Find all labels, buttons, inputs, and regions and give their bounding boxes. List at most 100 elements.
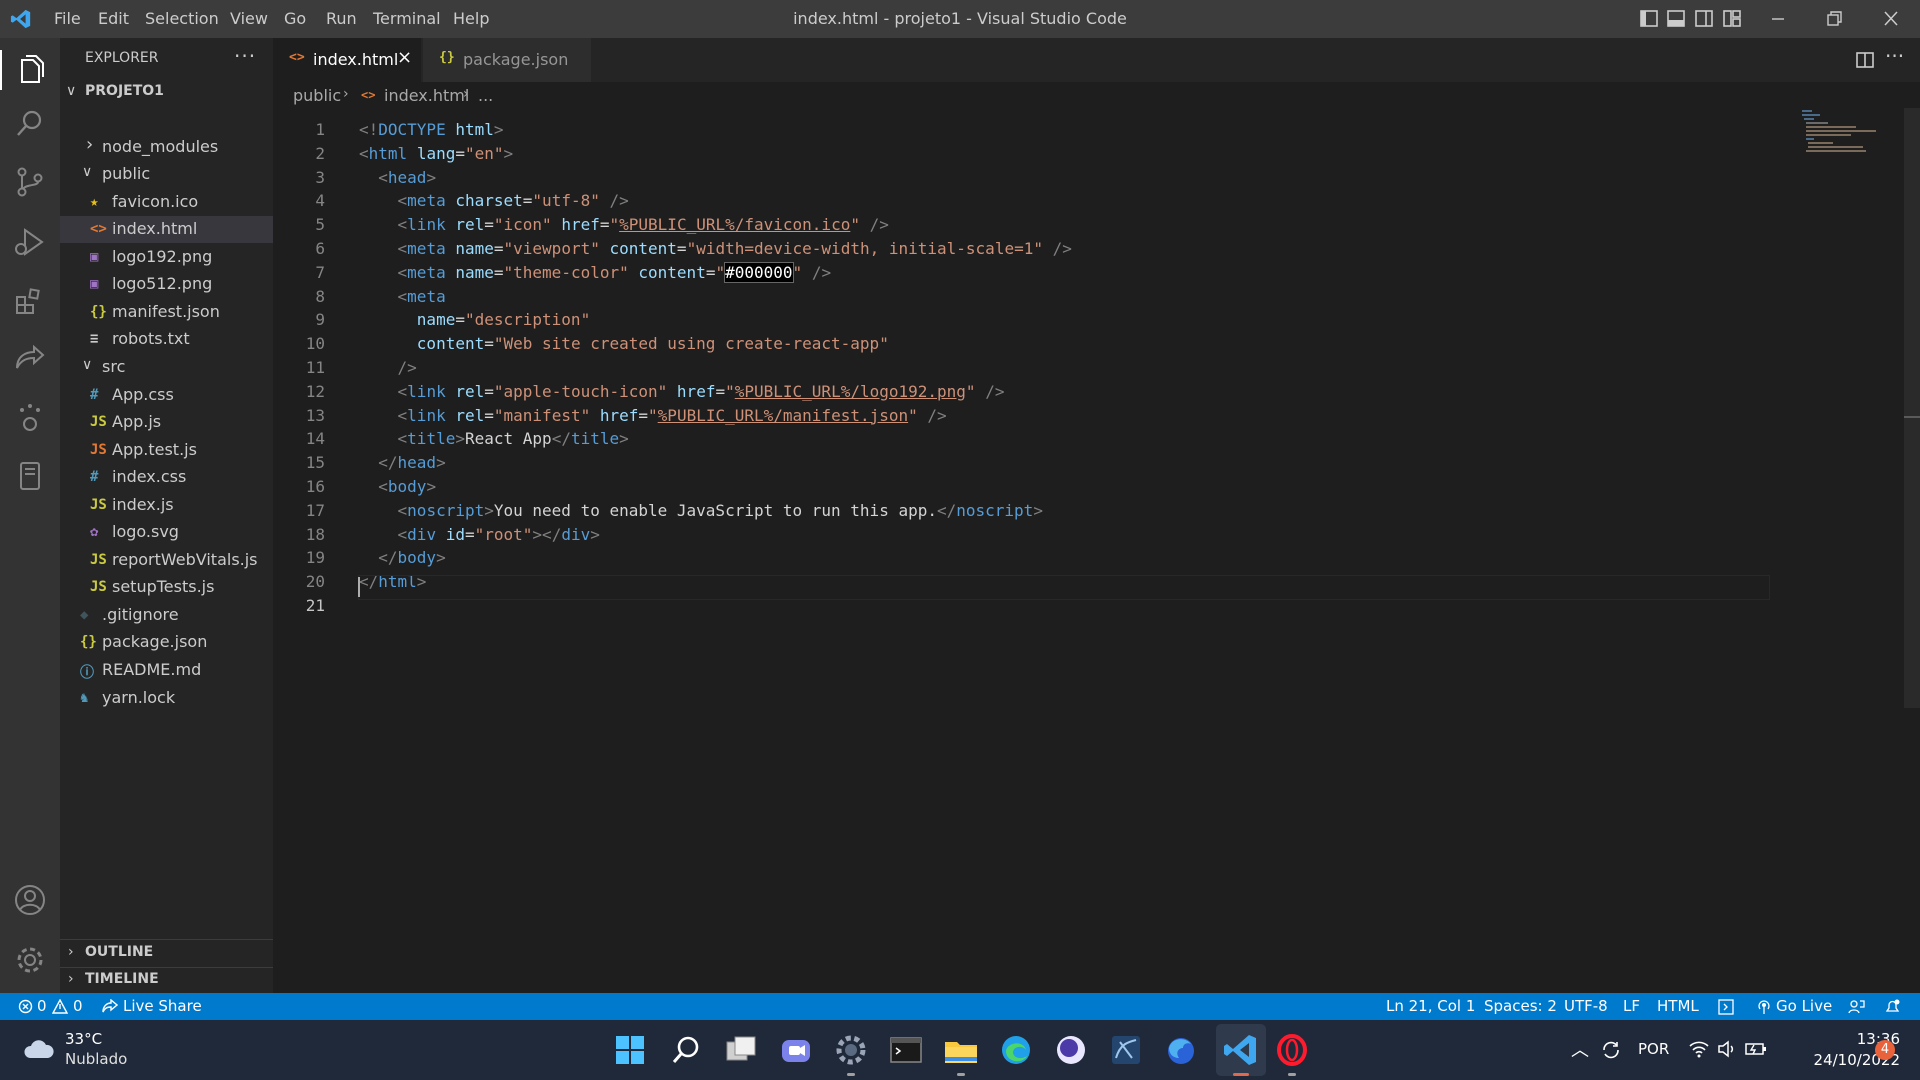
testing-icon[interactable] [12, 400, 48, 436]
notifications-bell-icon[interactable] [1884, 998, 1901, 1015]
star-icon: ★ [90, 194, 99, 210]
code-line: <body> [359, 477, 436, 496]
tree-item-src[interactable]: ∨ src [60, 354, 273, 381]
feedback-icon[interactable] [1848, 998, 1866, 1015]
tree-item-package-json[interactable]: {} package.json [60, 629, 273, 656]
tree-item-reportwebvitals-js[interactable]: JS reportWebVitals.js [60, 547, 273, 574]
tree-item-logo512-png[interactable]: ▣ logo512.png [60, 271, 273, 298]
settings-app-icon[interactable] [831, 1030, 871, 1070]
live-share-icon[interactable] [12, 342, 48, 378]
tree-item-index-js[interactable]: JS index.js [60, 492, 273, 519]
minimap[interactable] [1790, 108, 1900, 156]
task-view-icon[interactable] [721, 1030, 761, 1070]
tree-item-readme-md[interactable]: ⓘ README.md [60, 657, 273, 684]
tree-item-favicon-ico[interactable]: ★ favicon.ico [60, 189, 273, 216]
temperature: 33°C [65, 1030, 103, 1048]
extensions-icon[interactable] [12, 284, 48, 320]
toggle-primary-sidebar-icon[interactable] [1635, 6, 1663, 32]
restore-icon[interactable] [1820, 6, 1848, 32]
breadcrumb-symbol[interactable]: ... [478, 86, 493, 105]
tree-item-index-html[interactable]: <> index.html [60, 216, 273, 243]
tree-item-app-test-js[interactable]: JS App.test.js [60, 437, 273, 464]
notification-badge[interactable]: 4 [1875, 1040, 1895, 1060]
more-actions-icon[interactable]: ··· [234, 44, 256, 68]
run-debug-icon[interactable] [12, 224, 48, 260]
code-editor[interactable]: public › <> index.html › ... 1 <!DOCTYPE … [273, 82, 1920, 993]
toggle-panel-icon[interactable] [1662, 6, 1690, 32]
tree-item-logo192-png[interactable]: ▣ logo192.png [60, 244, 273, 271]
opera-browser-icon[interactable] [1272, 1030, 1312, 1070]
wifi-icon[interactable] [1688, 1039, 1710, 1059]
language-mode[interactable]: HTML [1657, 997, 1699, 1015]
split-editor-icon[interactable] [1854, 49, 1876, 71]
layout-icon[interactable] [1718, 999, 1734, 1015]
outline-section[interactable]: › OUTLINE [60, 940, 273, 967]
problems-indicator[interactable]: 0 0 [18, 993, 88, 1020]
manage-gear-icon[interactable] [12, 942, 48, 978]
tab-label: index.html [313, 50, 399, 69]
edge-browser-icon[interactable] [996, 1030, 1036, 1070]
file-explorer-icon[interactable] [941, 1030, 981, 1070]
sql-workbench-icon[interactable] [1106, 1030, 1146, 1070]
go-live-button[interactable]: Go Live [1756, 993, 1856, 1020]
tree-item-setuptests-js[interactable]: JS setupTests.js [60, 574, 273, 601]
taskbar-search-icon[interactable] [666, 1030, 706, 1070]
start-button-icon[interactable] [610, 1030, 650, 1070]
live-share-button[interactable]: Live Share [102, 993, 202, 1020]
end-of-line[interactable]: LF [1623, 997, 1640, 1015]
line-number: 17 [305, 500, 325, 520]
breadcrumb-file[interactable]: index.html [384, 86, 469, 105]
tree-item-label: App.css [112, 385, 174, 404]
keyboard-language[interactable]: POR [1638, 1040, 1669, 1058]
tree-item-yarn-lock[interactable]: ♞ yarn.lock [60, 685, 273, 712]
tree-item-label: src [102, 357, 126, 376]
tree-item-app-css[interactable]: # App.css [60, 382, 273, 409]
terminal-icon[interactable] [886, 1030, 926, 1070]
source-control-icon[interactable] [12, 164, 48, 200]
tree-item-label: setupTests.js [112, 577, 215, 596]
project-root[interactable]: ∨ PROJETO1 [60, 80, 273, 107]
tab-index-html[interactable]: <> index.html × [273, 38, 421, 82]
tree-item-public[interactable]: ∨ public [60, 161, 273, 188]
chevron-up-icon[interactable]: ︿ [1571, 1036, 1589, 1062]
editor-more-actions-icon[interactable]: ··· [1885, 44, 1904, 68]
indentation[interactable]: Spaces: 2 [1484, 997, 1557, 1015]
tree-item-app-js[interactable]: JS App.js [60, 409, 273, 436]
tree-item-logo-svg[interactable]: ✿ logo.svg [60, 519, 273, 546]
breadcrumb-folder[interactable]: public [293, 86, 341, 105]
sync-icon[interactable] [1600, 1039, 1622, 1061]
close-window-icon[interactable] [1877, 6, 1905, 32]
code-token: < [378, 167, 388, 187]
tree-item-manifest-json[interactable]: {} manifest.json [60, 299, 273, 326]
minimize-icon[interactable] [1764, 6, 1792, 32]
tree-item--gitignore[interactable]: ◆ .gitignore [60, 602, 273, 629]
timeline-section[interactable]: › TIMELINE [60, 967, 273, 994]
volume-icon[interactable] [1716, 1039, 1738, 1059]
tab-package-json[interactable]: {} package.json [423, 38, 591, 82]
customize-layout-icon[interactable] [1718, 6, 1746, 32]
code-token: meta [407, 191, 446, 211]
search-icon[interactable] [12, 106, 48, 142]
vscode-taskbar-icon[interactable] [1221, 1030, 1261, 1070]
encoding[interactable]: UTF-8 [1564, 997, 1608, 1015]
app-circle-icon[interactable] [1051, 1030, 1091, 1070]
tree-item-index-css[interactable]: # index.css [60, 464, 273, 491]
explorer-title: EXPLORER [85, 50, 159, 66]
explorer-icon[interactable] [12, 52, 48, 88]
weather-widget[interactable]: 33°C Nublado [20, 1028, 160, 1074]
accounts-icon[interactable] [12, 882, 48, 918]
battery-icon[interactable] [1744, 1039, 1768, 1059]
tree-item-robots-txt[interactable]: ≡ robots.txt [60, 326, 273, 353]
vertical-scrollbar[interactable] [1904, 108, 1920, 708]
code-token: %PUBLIC_URL%/manifest.json [657, 405, 909, 425]
tree-item-node-modules[interactable]: › node_modules [60, 134, 273, 161]
toggle-secondary-sidebar-icon[interactable] [1690, 6, 1718, 32]
cursor-position[interactable]: Ln 21, Col 1 [1386, 997, 1475, 1015]
chat-icon[interactable] [776, 1030, 816, 1070]
close-tab-icon[interactable]: × [397, 47, 412, 68]
remote-explorer-icon[interactable] [12, 458, 48, 494]
firefox-icon[interactable] [1161, 1030, 1201, 1070]
code-token: /> [869, 215, 889, 235]
